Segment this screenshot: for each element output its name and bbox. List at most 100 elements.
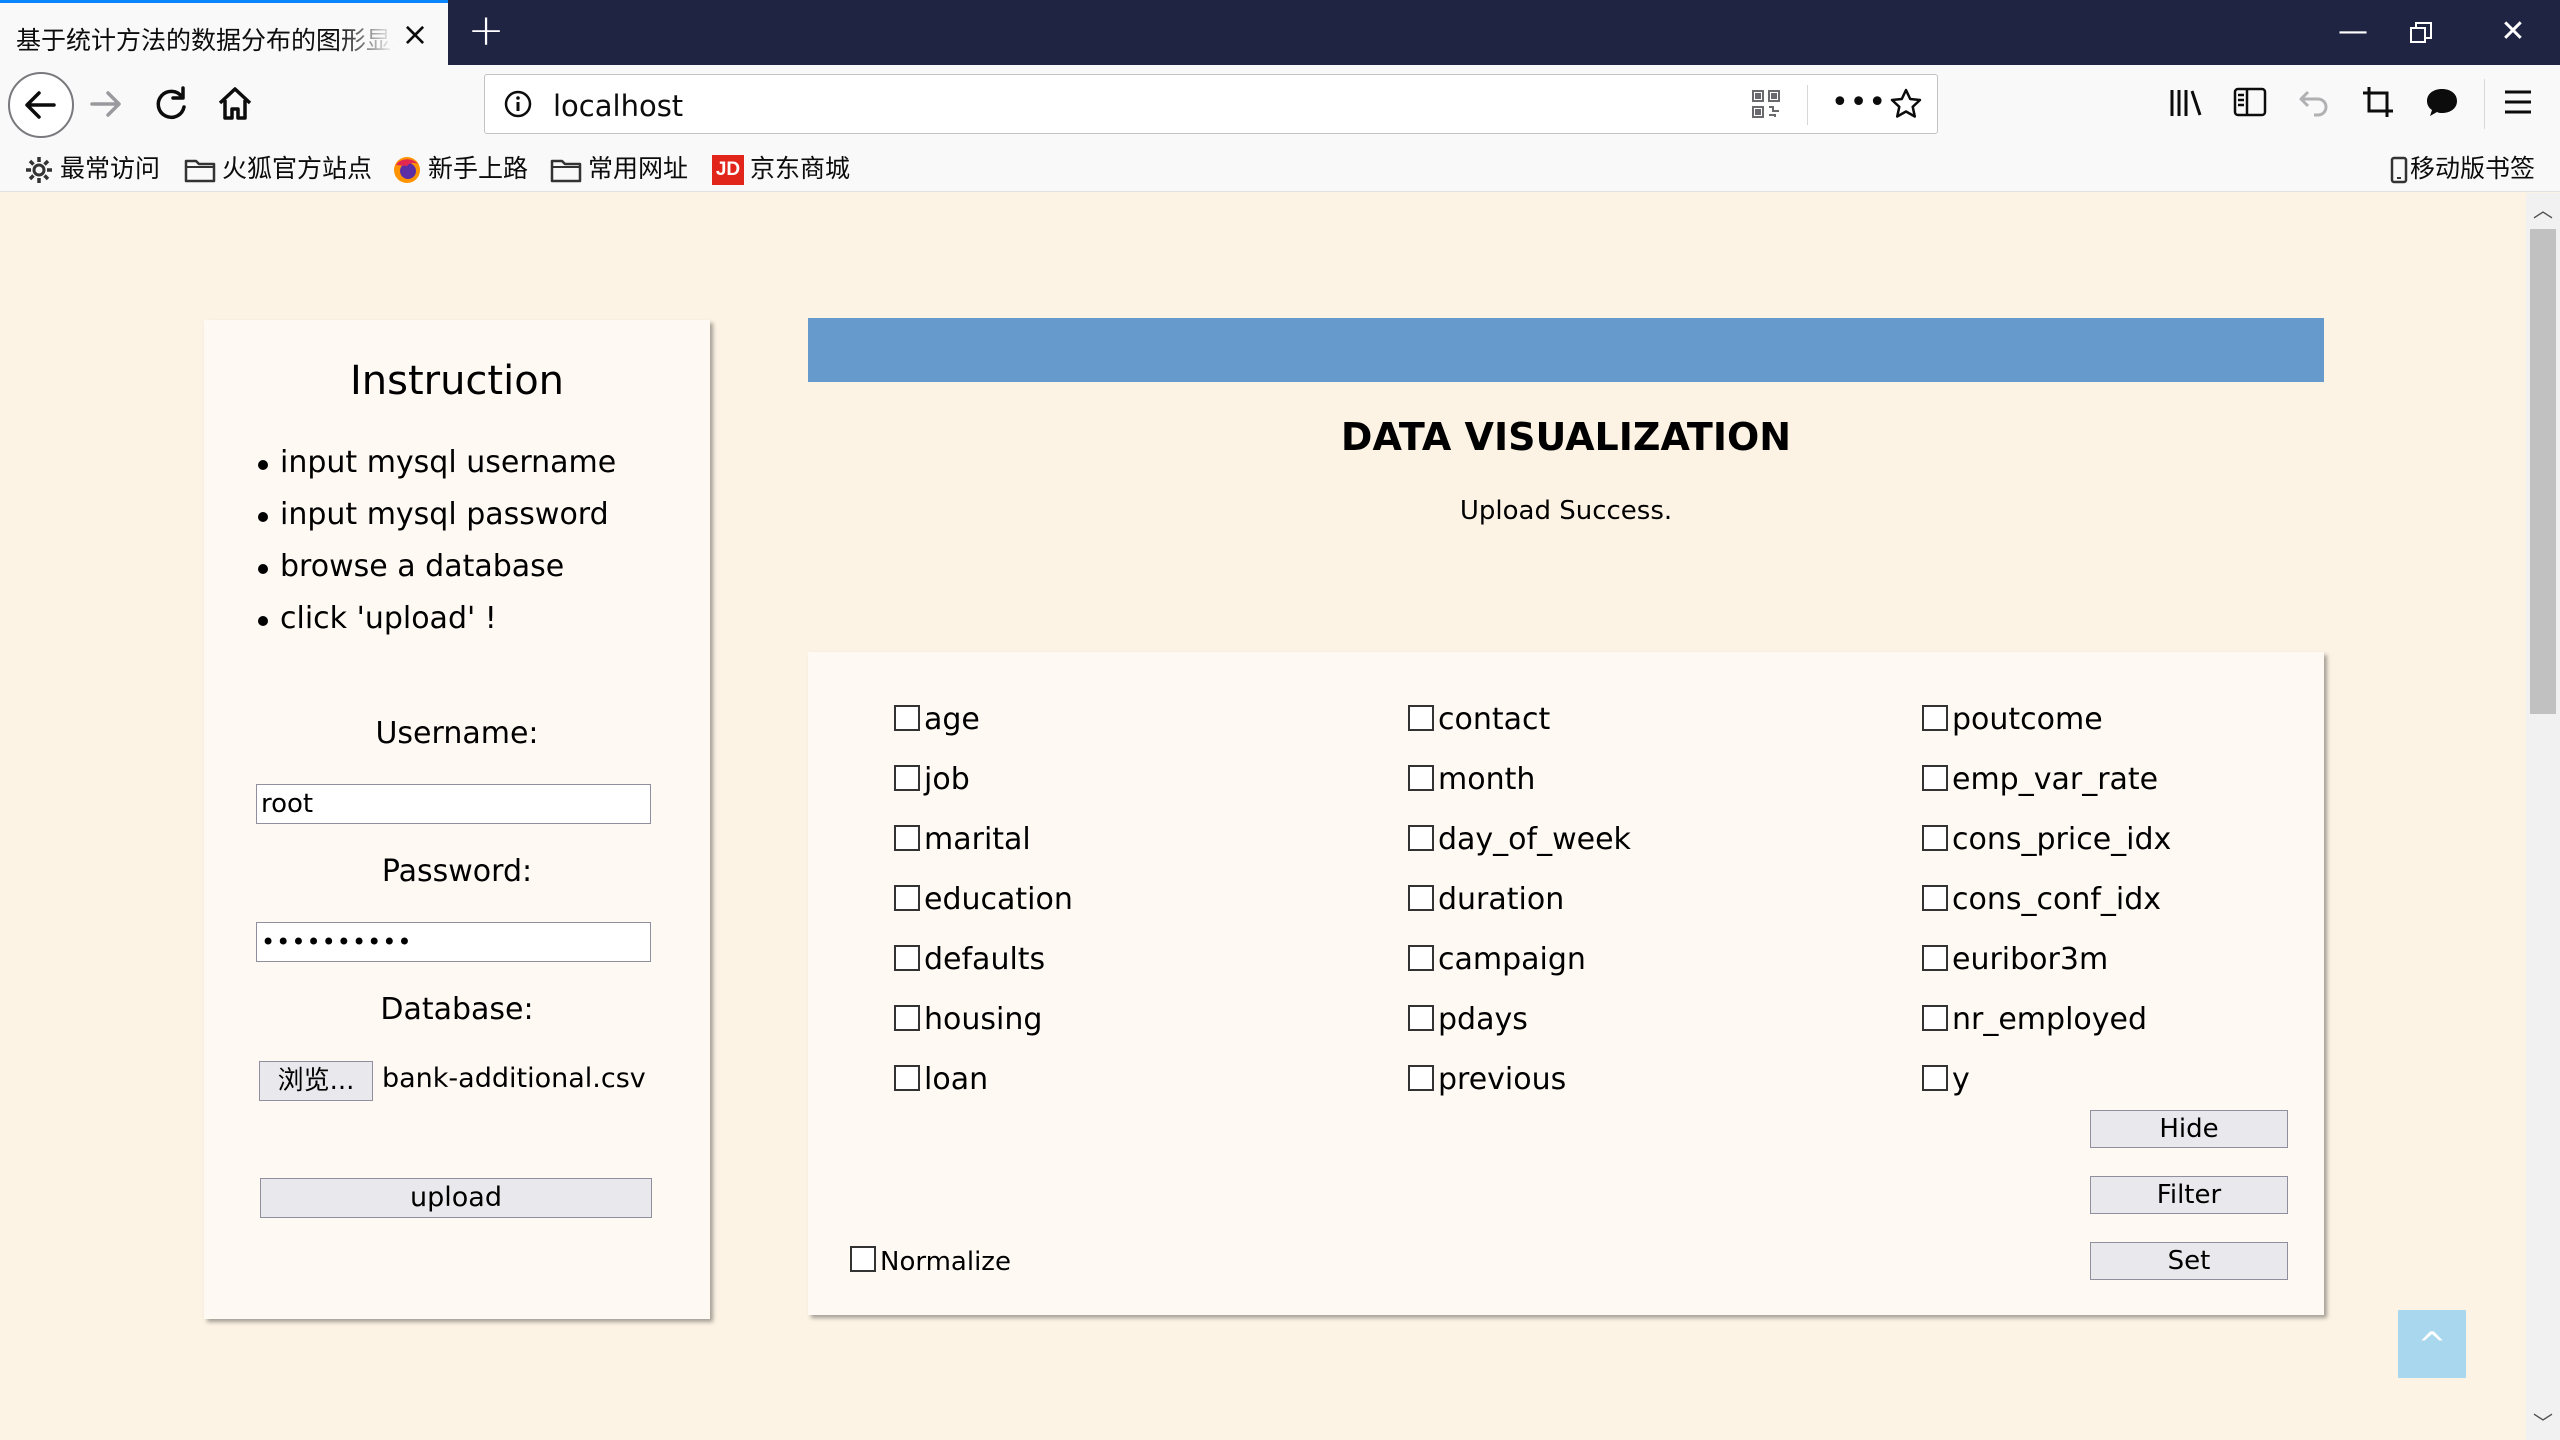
field-option-pdays[interactable]: pdays: [1408, 1000, 1631, 1060]
field-option-job[interactable]: job: [894, 760, 1073, 820]
scroll-down-icon[interactable]: ﹀: [2526, 1406, 2560, 1440]
forward-icon[interactable]: [82, 79, 132, 129]
new-tab-icon[interactable]: +: [462, 8, 510, 56]
info-icon[interactable]: [503, 89, 533, 123]
checkbox[interactable]: [1408, 1065, 1434, 1091]
bookmark-getting-started[interactable]: 新手上路: [392, 151, 528, 187]
back-icon[interactable]: [8, 72, 74, 138]
sidebar-icon[interactable]: [2232, 79, 2282, 129]
url-text[interactable]: localhost: [553, 89, 683, 123]
checkbox[interactable]: [894, 1065, 920, 1091]
checkbox[interactable]: [1922, 945, 1948, 971]
checkbox[interactable]: [894, 825, 920, 851]
checkbox[interactable]: [1922, 1005, 1948, 1031]
instruction-list: input mysql username input mysql passwor…: [257, 443, 616, 651]
field-column-3: poutcome emp_var_rate cons_price_idx con…: [1922, 700, 2171, 1120]
field-option-defaults[interactable]: defaults: [894, 940, 1073, 1000]
page-scrollbar[interactable]: ︿ ﹀: [2526, 193, 2560, 1440]
instruction-step: browse a database: [257, 547, 616, 599]
field-option-emp-var-rate[interactable]: emp_var_rate: [1922, 760, 2171, 820]
field-option-duration[interactable]: duration: [1408, 880, 1631, 940]
password-input[interactable]: ••••••••••: [256, 922, 651, 962]
field-option-marital[interactable]: marital: [894, 820, 1073, 880]
field-option-month[interactable]: month: [1408, 760, 1631, 820]
chat-icon[interactable]: [2424, 79, 2474, 129]
upload-button[interactable]: upload: [260, 1178, 652, 1218]
browse-button[interactable]: 浏览...: [259, 1061, 373, 1101]
field-option-education[interactable]: education: [894, 880, 1073, 940]
toolbar-separator: [2484, 79, 2485, 129]
checkbox[interactable]: [894, 885, 920, 911]
restore-icon[interactable]: [2386, 8, 2456, 56]
filter-button[interactable]: Filter: [2090, 1176, 2288, 1214]
field-option-housing[interactable]: housing: [894, 1000, 1073, 1060]
checkbox[interactable]: [894, 1005, 920, 1031]
library-icon[interactable]: [2168, 79, 2218, 129]
field-option-cons-conf-idx[interactable]: cons_conf_idx: [1922, 880, 2171, 940]
instruction-panel: Instruction input mysql username input m…: [204, 320, 710, 1319]
set-button[interactable]: Set: [2090, 1242, 2288, 1280]
checkbox[interactable]: [894, 705, 920, 731]
chevron-up-icon: ^: [2417, 1325, 2447, 1365]
checkbox[interactable]: [894, 765, 920, 791]
bookmark-jd[interactable]: JD 京东商城: [712, 151, 850, 187]
checkbox[interactable]: [1408, 885, 1434, 911]
checkbox[interactable]: [1922, 825, 1948, 851]
tab-title: 基于统计方法的数据分布的图形显示: [16, 26, 394, 55]
reload-icon[interactable]: [146, 79, 196, 129]
tab-bar: 基于统计方法的数据分布的图形显示 × + — ✕: [0, 0, 2560, 65]
crop-icon[interactable]: [2360, 79, 2410, 129]
checkbox[interactable]: [1408, 945, 1434, 971]
star-icon[interactable]: [1889, 87, 1923, 125]
checkbox[interactable]: [1922, 1065, 1948, 1091]
browser-tab[interactable]: 基于统计方法的数据分布的图形显示 ×: [0, 0, 448, 65]
menu-icon[interactable]: [2500, 79, 2550, 129]
qr-code-icon[interactable]: [1751, 89, 1781, 123]
field-option-loan[interactable]: loan: [894, 1060, 1073, 1120]
bookmark-mobile[interactable]: 移动版书签: [2390, 151, 2535, 187]
field-option-euribor3m[interactable]: euribor3m: [1922, 940, 2171, 1000]
upload-status: Upload Success.: [1459, 496, 1673, 526]
field-option-previous[interactable]: previous: [1408, 1060, 1631, 1120]
field-option-age[interactable]: age: [894, 700, 1073, 760]
tab-close-icon[interactable]: ×: [398, 17, 432, 51]
checkbox[interactable]: [1408, 825, 1434, 851]
bookmark-common-sites[interactable]: 常用网址: [550, 151, 688, 187]
url-bar[interactable]: localhost •••: [484, 74, 1938, 134]
checkbox[interactable]: [1408, 705, 1434, 731]
checkbox[interactable]: [1408, 1005, 1434, 1031]
more-icon[interactable]: •••: [1831, 85, 1887, 120]
bookmark-firefox-sites[interactable]: 火狐官方站点: [184, 151, 372, 187]
instruction-title: Instruction: [349, 358, 565, 404]
checkbox[interactable]: [894, 945, 920, 971]
nav-bar: localhost •••: [0, 65, 2560, 145]
field-option-poutcome[interactable]: poutcome: [1922, 700, 2171, 760]
checkbox[interactable]: [1922, 765, 1948, 791]
username-input[interactable]: root: [256, 784, 651, 824]
field-option-day-of-week[interactable]: day_of_week: [1408, 820, 1631, 880]
normalize-option[interactable]: Normalize: [850, 1244, 1011, 1280]
checkbox[interactable]: [1922, 885, 1948, 911]
back-to-top-button[interactable]: ^: [2398, 1310, 2466, 1378]
minimize-icon[interactable]: —: [2318, 8, 2388, 56]
field-column-2: contact month day_of_week duration campa…: [1408, 700, 1631, 1120]
undo-icon[interactable]: [2296, 79, 2346, 129]
field-option-contact[interactable]: contact: [1408, 700, 1631, 760]
checkbox[interactable]: [1922, 705, 1948, 731]
window-close-icon[interactable]: ✕: [2478, 8, 2548, 56]
selected-file-name: bank-additional.csv: [382, 1063, 646, 1094]
database-label: Database:: [380, 992, 534, 1027]
field-option-cons-price-idx[interactable]: cons_price_idx: [1922, 820, 2171, 880]
mobile-icon: [2390, 156, 2408, 184]
field-option-nr-employed[interactable]: nr_employed: [1922, 1000, 2171, 1060]
bookmark-most-visited[interactable]: 最常访问: [24, 151, 160, 187]
field-option-campaign[interactable]: campaign: [1408, 940, 1631, 1000]
scroll-up-icon[interactable]: ︿: [2526, 193, 2560, 227]
checkbox[interactable]: [850, 1246, 876, 1272]
checkbox[interactable]: [1408, 765, 1434, 791]
hide-button[interactable]: Hide: [2090, 1110, 2288, 1148]
home-icon[interactable]: [210, 79, 260, 129]
field-column-1: age job marital education defaults housi…: [894, 700, 1073, 1120]
bookmarks-bar: 最常访问 火狐官方站点 新手上路 常用网址 JD 京东商城 移动版书签: [0, 145, 2560, 192]
scroll-thumb[interactable]: [2530, 229, 2556, 714]
